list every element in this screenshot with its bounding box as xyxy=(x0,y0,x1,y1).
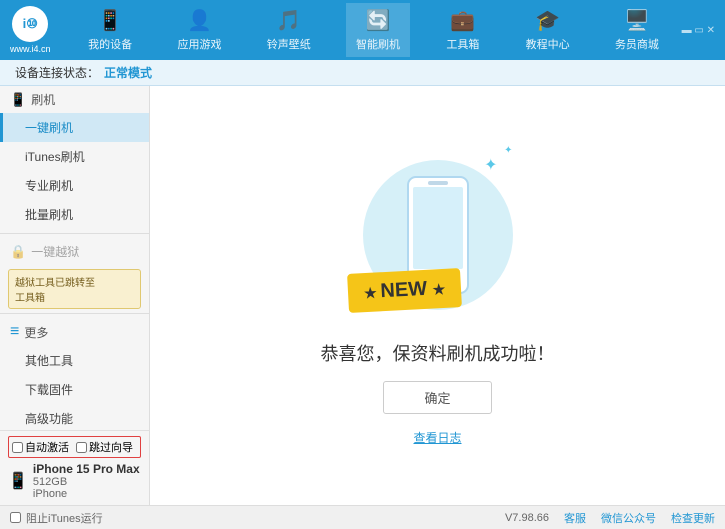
new-badge: NEW xyxy=(347,268,462,313)
jailbreak-notice: 越狱工具已跳转至工具箱 xyxy=(8,269,141,309)
sidebar-section-jailbreak-label: 一键越狱 xyxy=(31,243,79,260)
nav-business[interactable]: 🖥️ 务员商城 xyxy=(605,3,669,57)
ringtone-icon: 🎵 xyxy=(276,8,301,33)
new-badge-text: NEW xyxy=(379,278,427,302)
sidebar-item-one-key-flash[interactable]: 一键刷机 xyxy=(0,113,149,142)
device-type: iPhone xyxy=(33,488,140,500)
more-section-icon: ≡ xyxy=(10,323,19,341)
success-illustration: ✦ ✦ NEW 恭喜您，保资料刷机成功啦！ 确定 查看日志 xyxy=(321,145,555,446)
auto-activate-checkbox[interactable] xyxy=(12,442,23,453)
sidebar-section-flash-label: 刷机 xyxy=(31,91,55,108)
sidebar-section-more-label: 更多 xyxy=(24,324,48,341)
check-update-link[interactable]: 检查更新 xyxy=(671,510,715,526)
nav-business-label: 务员商城 xyxy=(615,36,659,52)
nav-my-device[interactable]: 📱 我的设备 xyxy=(78,3,142,57)
nav-bar: 📱 我的设备 👤 应用游戏 🎵 铃声壁纸 🔄 智能刷机 💼 工具箱 🎓 教程中心… xyxy=(66,3,682,57)
sidebar-scroll: 📱 刷机 一键刷机 iTunes刷机 专业刷机 批量刷机 xyxy=(0,86,150,430)
success-message: 恭喜您，保资料刷机成功啦！ xyxy=(321,340,555,366)
apps-icon: 👤 xyxy=(187,8,212,33)
nav-my-device-label: 我的设备 xyxy=(88,36,132,52)
sidebar-section-more: ≡ 更多 其他工具 下载固件 高级功能 xyxy=(0,318,149,430)
main-content: ✦ ✦ NEW 恭喜您，保资料刷机成功啦！ 确定 查看日志 xyxy=(150,86,725,505)
sidebar-divider-2 xyxy=(0,313,149,314)
device-name: iPhone 15 Pro Max xyxy=(33,462,140,476)
footer-left: 阻止iTunes运行 xyxy=(10,510,103,526)
sidebar-section-flash-header[interactable]: 📱 刷机 xyxy=(0,86,149,113)
jailbreak-section-icon: 🔒 xyxy=(10,244,26,260)
sparkle-top-right: ✦ xyxy=(504,145,512,156)
sidebar-item-itunes-flash[interactable]: iTunes刷机 xyxy=(0,142,149,171)
toolbox-icon: 💼 xyxy=(450,8,475,33)
business-icon: 🖥️ xyxy=(624,8,649,33)
app-header: i⑩ www.i4.cn 📱 我的设备 👤 应用游戏 🎵 铃声壁纸 🔄 智能刷机… xyxy=(0,0,725,60)
nav-ringtone-label: 铃声壁纸 xyxy=(267,36,311,52)
sidebar-item-download-firmware[interactable]: 下载固件 xyxy=(0,375,149,404)
nav-ringtone[interactable]: 🎵 铃声壁纸 xyxy=(257,3,321,57)
flash-section-icon: 📱 xyxy=(10,92,26,108)
logo-symbol: i⑩ xyxy=(23,16,38,32)
sidebar-item-batch-flash[interactable]: 批量刷机 xyxy=(0,200,149,229)
device-storage: 512GB xyxy=(33,476,140,488)
sidebar-device-panel: 自动激活 跳过向导 📱 iPhone 15 Pro Max 512GB iPho… xyxy=(0,430,150,505)
customer-service-link[interactable]: 客服 xyxy=(564,510,586,526)
nav-smart-flash[interactable]: 🔄 智能刷机 xyxy=(346,3,410,57)
sidebar: 📱 刷机 一键刷机 iTunes刷机 专业刷机 批量刷机 xyxy=(0,86,150,505)
logo-icon: i⑩ xyxy=(12,6,48,42)
guide-activate-checkbox-item[interactable]: 跳过向导 xyxy=(76,439,133,455)
app-footer: 阻止iTunes运行 V7.98.66 客服 微信公众号 检查更新 xyxy=(0,505,725,529)
nav-tutorial-label: 教程中心 xyxy=(526,36,570,52)
device-details: iPhone 15 Pro Max 512GB iPhone xyxy=(33,462,140,500)
logo-url: www.i4.cn xyxy=(10,44,51,54)
sidebar-section-flash: 📱 刷机 一键刷机 iTunes刷机 专业刷机 批量刷机 xyxy=(0,86,149,229)
nav-smart-flash-label: 智能刷机 xyxy=(356,36,400,52)
sidebar-item-advanced[interactable]: 高级功能 xyxy=(0,404,149,430)
sidebar-section-more-header[interactable]: ≡ 更多 xyxy=(0,318,149,346)
guide-activate-checkbox[interactable] xyxy=(76,442,87,453)
device-phone-icon: 📱 xyxy=(8,471,28,491)
footer-right: V7.98.66 客服 微信公众号 检查更新 xyxy=(505,510,715,526)
phone-illustration: ✦ ✦ NEW xyxy=(358,145,518,325)
app-logo: i⑩ www.i4.cn xyxy=(10,6,51,54)
tutorial-icon: 🎓 xyxy=(535,8,560,33)
itunes-block-checkbox[interactable] xyxy=(10,512,21,523)
sidebar-section-jailbreak-header: 🔒 一键越狱 xyxy=(0,238,149,265)
smart-flash-icon: 🔄 xyxy=(366,8,391,33)
sidebar-item-pro-flash[interactable]: 专业刷机 xyxy=(0,171,149,200)
status-prefix: 设备连接状态： xyxy=(15,64,99,81)
version-label: V7.98.66 xyxy=(505,512,549,524)
confirm-button[interactable]: 确定 xyxy=(383,381,491,414)
nav-tutorial[interactable]: 🎓 教程中心 xyxy=(516,3,580,57)
auto-activate-label: 自动激活 xyxy=(25,439,69,455)
nav-toolbox[interactable]: 💼 工具箱 xyxy=(435,3,490,57)
nav-apps-label: 应用游戏 xyxy=(177,36,221,52)
device-info: 📱 iPhone 15 Pro Max 512GB iPhone xyxy=(8,462,141,500)
sidebar-divider-1 xyxy=(0,233,149,234)
checkbox-row: 自动激活 跳过向导 xyxy=(8,436,141,458)
status-bar: 设备连接状态： 正常模式 xyxy=(0,60,725,86)
sidebar-item-other-tools[interactable]: 其他工具 xyxy=(0,346,149,375)
nav-toolbox-label: 工具箱 xyxy=(446,36,479,52)
guide-activate-label: 跳过向导 xyxy=(89,439,133,455)
status-value: 正常模式 xyxy=(104,64,152,81)
itunes-block-label: 阻止iTunes运行 xyxy=(26,510,103,526)
sparkle-top-left: ✦ xyxy=(484,155,497,175)
log-link[interactable]: 查看日志 xyxy=(413,429,461,446)
sidebar-section-jailbreak: 🔒 一键越狱 越狱工具已跳转至工具箱 xyxy=(0,238,149,309)
header-actions: ▬ ▭ ✕ xyxy=(682,25,715,36)
nav-apps[interactable]: 👤 应用游戏 xyxy=(167,3,231,57)
auto-activate-checkbox-item[interactable]: 自动激活 xyxy=(12,439,69,455)
my-device-icon: 📱 xyxy=(98,8,123,33)
wechat-link[interactable]: 微信公众号 xyxy=(601,510,656,526)
